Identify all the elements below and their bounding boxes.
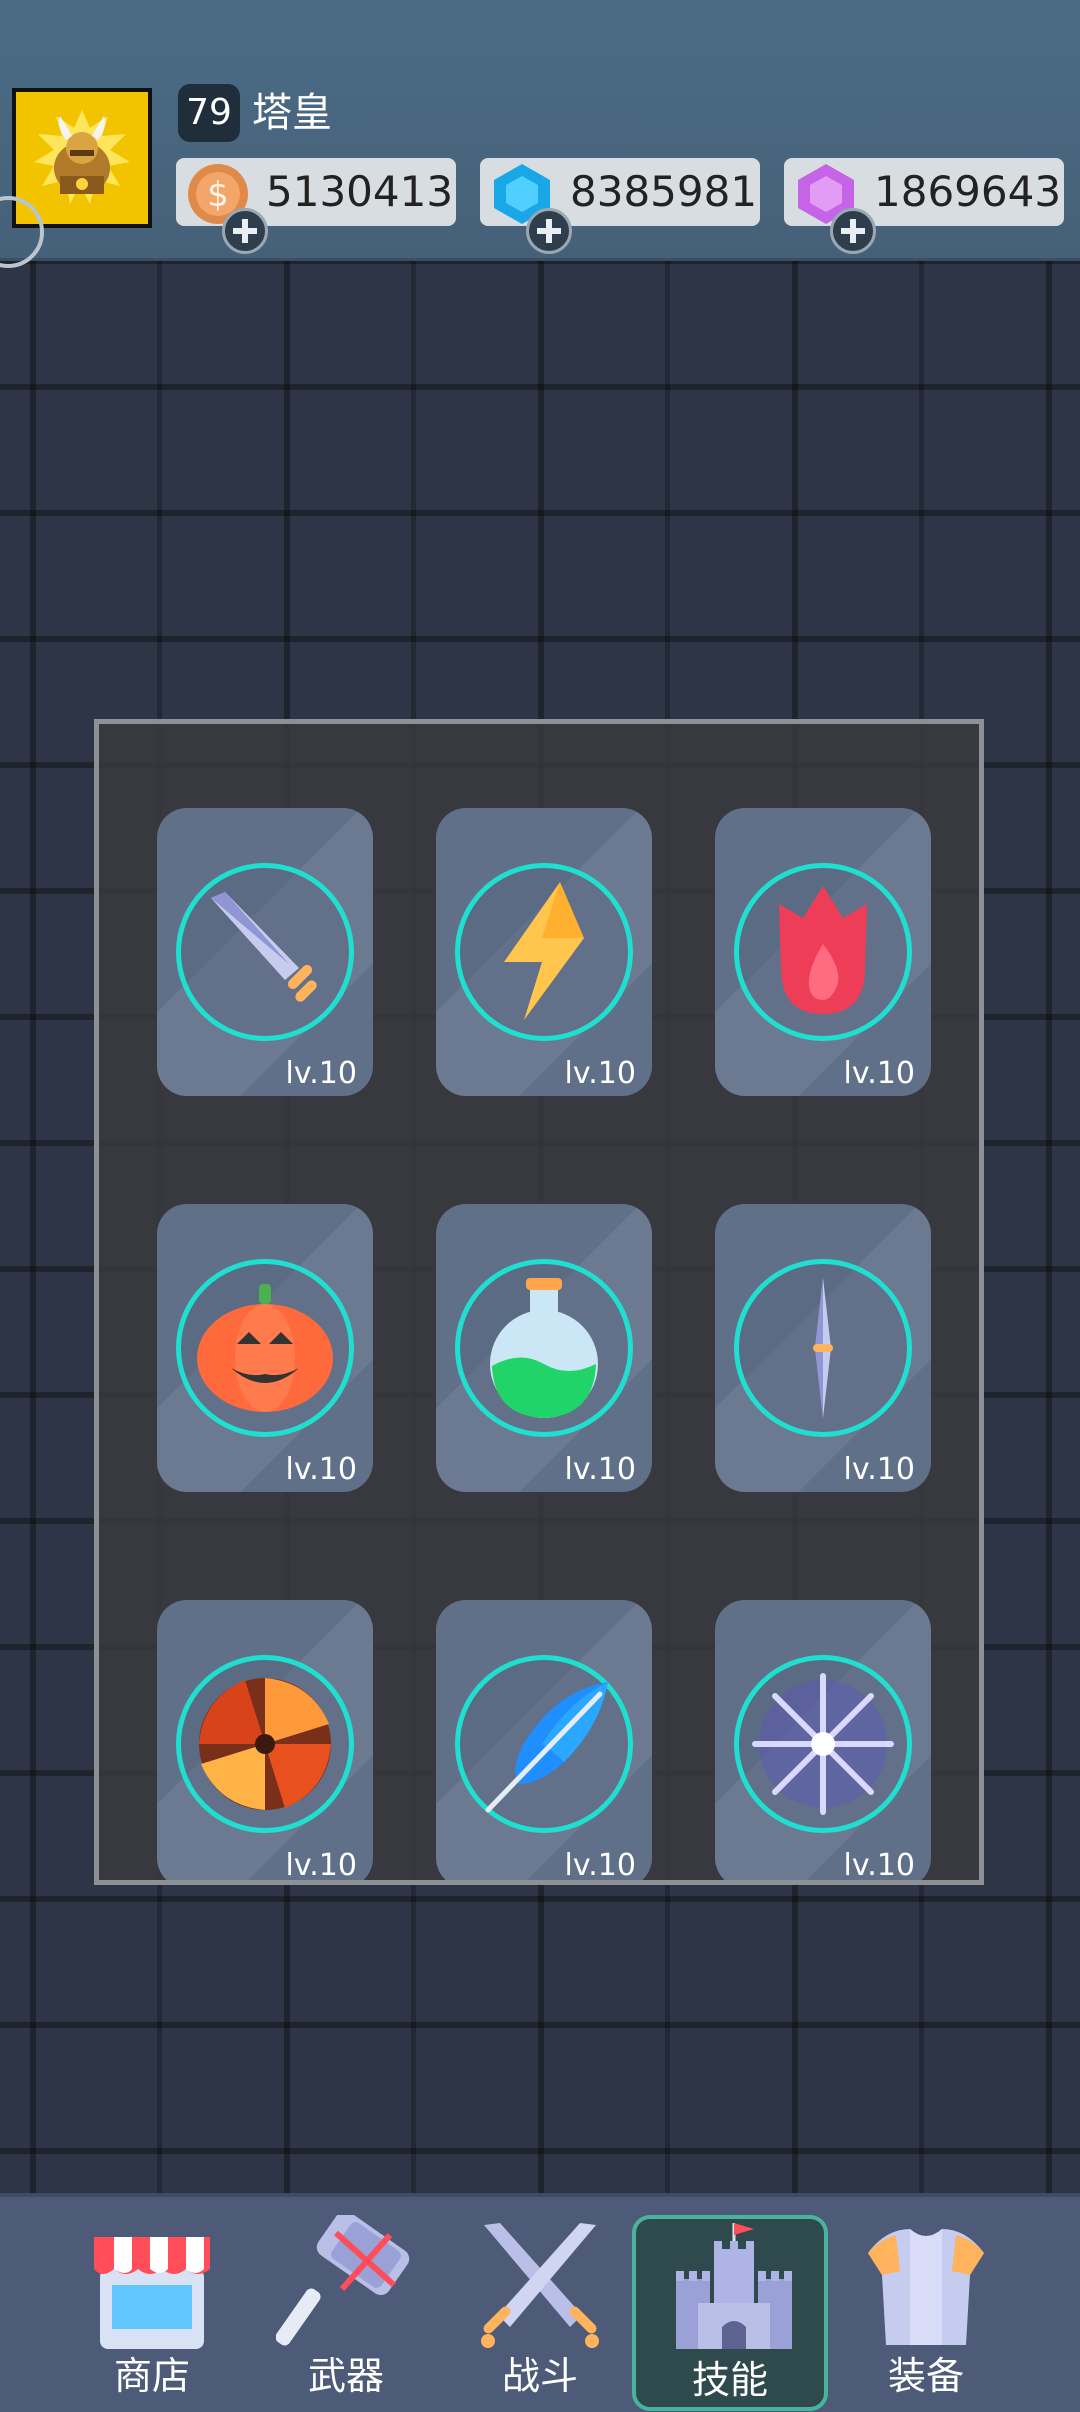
player-level-badge: 79 — [178, 84, 240, 142]
armor-icon — [868, 2229, 984, 2345]
pumpkin-icon — [197, 1284, 333, 1412]
nav-equipment[interactable]: 装备 — [828, 2215, 1024, 2411]
skill-icon-frame — [455, 863, 633, 1041]
crossed-swords-icon — [481, 2223, 599, 2348]
coin-amount: 513041373 — [266, 167, 452, 216]
diamond-counter: 838598197 — [480, 158, 760, 254]
fire-icon — [779, 886, 867, 1014]
skill-icon-frame — [734, 1655, 912, 1833]
nav-label: 装备 — [887, 2354, 964, 2398]
crystal-counter: 18696438 — [784, 158, 1064, 254]
skill-level: lv.10 — [285, 1452, 357, 1487]
skill-card-pumpkin[interactable]: lv.10 — [157, 1204, 373, 1492]
nav-skills[interactable]: 技能 — [632, 2215, 828, 2411]
skill-card-potion[interactable]: lv.10 — [436, 1204, 652, 1492]
add-coin-button[interactable] — [222, 208, 268, 254]
skill-card-needle[interactable]: lv.10 — [715, 1204, 931, 1492]
shop-icon — [94, 2237, 210, 2349]
skill-card-fire[interactable]: lv.10 — [715, 808, 931, 1096]
coin-counter: $ 513041373 — [176, 158, 456, 254]
feather-icon — [485, 1682, 608, 1813]
nav-label: 商店 — [113, 2354, 190, 2398]
player-name: 塔皇 — [252, 90, 332, 136]
nav-label: 技能 — [691, 2358, 768, 2402]
svg-text:$: $ — [207, 175, 229, 215]
skill-level: lv.10 — [564, 1452, 636, 1487]
skill-icon-frame — [176, 1259, 354, 1437]
skill-icon-frame — [734, 1259, 912, 1437]
knight-avatar-icon — [34, 110, 130, 204]
skill-level: lv.10 — [285, 1056, 357, 1091]
needle-icon — [813, 1278, 833, 1418]
skill-icon-frame — [176, 863, 354, 1041]
nav-weapons[interactable]: 武器 — [248, 2215, 444, 2411]
skill-card-star-burst[interactable]: lv.10 — [715, 1600, 931, 1883]
skill-level: lv.10 — [843, 1848, 915, 1883]
castle-icon — [676, 2223, 792, 2349]
skill-level: lv.10 — [564, 1848, 636, 1883]
potion-icon — [490, 1278, 598, 1418]
hammer-icon — [276, 2215, 410, 2346]
skills-panel: lv.10 lv.10 lv.10 lv.10 lv.10 lv.10 lv.1… — [94, 719, 984, 1885]
nav-battle[interactable]: 战斗 — [442, 2215, 638, 2411]
nav-shop[interactable]: 商店 — [54, 2215, 250, 2411]
skill-card-lightning[interactable]: lv.10 — [436, 808, 652, 1096]
skill-level: lv.10 — [843, 1452, 915, 1487]
diamond-amount: 838598197 — [570, 167, 756, 216]
skill-level: lv.10 — [564, 1056, 636, 1091]
skill-icon-frame — [455, 1259, 633, 1437]
fire-vortex-icon — [199, 1678, 331, 1810]
nav-label: 武器 — [307, 2354, 384, 2398]
star-burst-icon — [752, 1673, 894, 1815]
skill-level: lv.10 — [843, 1056, 915, 1091]
lightning-icon — [504, 882, 584, 1020]
skill-card-sword[interactable]: lv.10 — [157, 808, 373, 1096]
crystal-amount: 18696438 — [874, 167, 1060, 216]
nav-label: 战斗 — [501, 2354, 578, 2398]
add-crystal-button[interactable] — [830, 208, 876, 254]
add-diamond-button[interactable] — [526, 208, 572, 254]
bottom-navigation: 商店 武器 战斗 技能 装备 — [0, 2193, 1080, 2412]
skill-icon-frame — [734, 863, 912, 1041]
skill-icon-frame — [176, 1655, 354, 1833]
sword-icon — [211, 892, 317, 1002]
skill-level: lv.10 — [285, 1848, 357, 1883]
skill-card-fire-vortex[interactable]: lv.10 — [157, 1600, 373, 1883]
skill-card-feather[interactable]: lv.10 — [436, 1600, 652, 1883]
skill-icon-frame — [455, 1655, 633, 1833]
top-bar: 79 塔皇 $ 513041373 838598197 18696438 — [0, 0, 1080, 261]
